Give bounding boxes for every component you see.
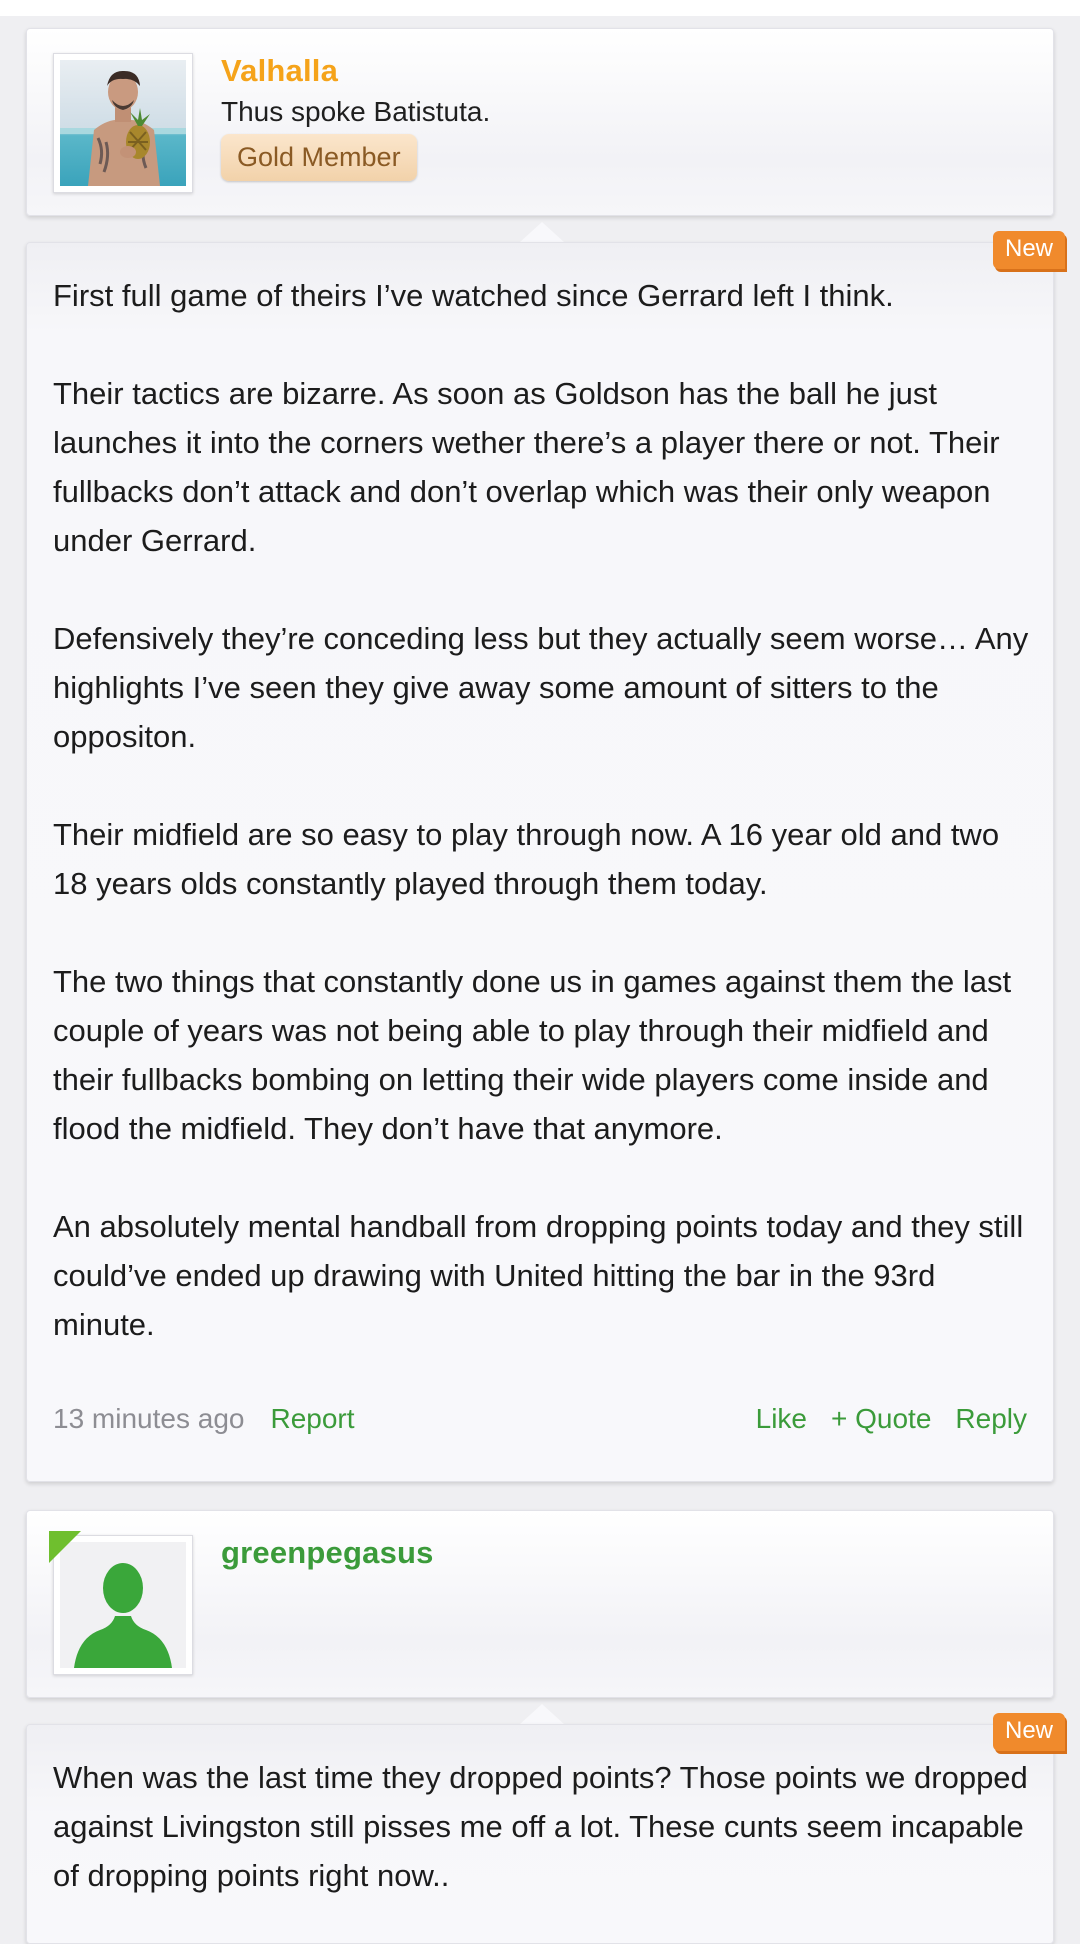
post-meta: 13 minutes ago Report bbox=[53, 1403, 355, 1435]
post-paragraph: The two things that constantly done us i… bbox=[53, 964, 1012, 1146]
like-button[interactable]: Like bbox=[756, 1403, 807, 1434]
post-paragraph: First full game of theirs I’ve watched s… bbox=[53, 278, 894, 313]
user-card: greenpegasus bbox=[26, 1510, 1054, 1698]
reply-button[interactable]: Reply bbox=[955, 1403, 1027, 1434]
user-title: Thus spoke Batistuta. bbox=[221, 96, 491, 127]
online-indicator bbox=[49, 1531, 81, 1563]
post-actions: Like + Quote Reply bbox=[732, 1403, 1027, 1435]
post-card: New First full game of theirs I’ve watch… bbox=[26, 231, 1065, 1482]
new-badge: New bbox=[992, 231, 1065, 269]
post-paragraph: When was the last time they dropped poin… bbox=[53, 1760, 1028, 1893]
avatar[interactable] bbox=[53, 53, 193, 193]
post-body: First full game of theirs I’ve watched s… bbox=[53, 271, 1033, 1349]
username[interactable]: greenpegasus bbox=[221, 1535, 434, 1571]
post-paragraph: An absolutely mental handball from dropp… bbox=[53, 1209, 1024, 1342]
card-notch bbox=[520, 1704, 564, 1724]
post-paragraph: Their midfield are so easy to play throu… bbox=[53, 817, 1000, 901]
top-bar bbox=[0, 0, 1080, 16]
card-notch bbox=[520, 222, 564, 242]
report-button[interactable]: Report bbox=[270, 1403, 354, 1434]
new-badge: New bbox=[992, 1713, 1065, 1751]
user-photo-icon bbox=[60, 60, 186, 186]
post-paragraph: Defensively they’re conceding less but t… bbox=[53, 621, 1029, 754]
quote-button[interactable]: + Quote bbox=[831, 1403, 931, 1434]
rank-badge: Gold Member bbox=[221, 134, 417, 181]
post-body: When was the last time they dropped poin… bbox=[53, 1753, 1033, 1900]
post-card: New When was the last time they dropped … bbox=[26, 1713, 1065, 1944]
post-paragraph: Their tactics are bizarre. As soon as Go… bbox=[53, 376, 1000, 558]
user-card: Valhalla Thus spoke Batistuta. Gold Memb… bbox=[26, 28, 1054, 216]
username[interactable]: Valhalla bbox=[221, 53, 338, 89]
post-timestamp[interactable]: 13 minutes ago bbox=[53, 1403, 244, 1434]
